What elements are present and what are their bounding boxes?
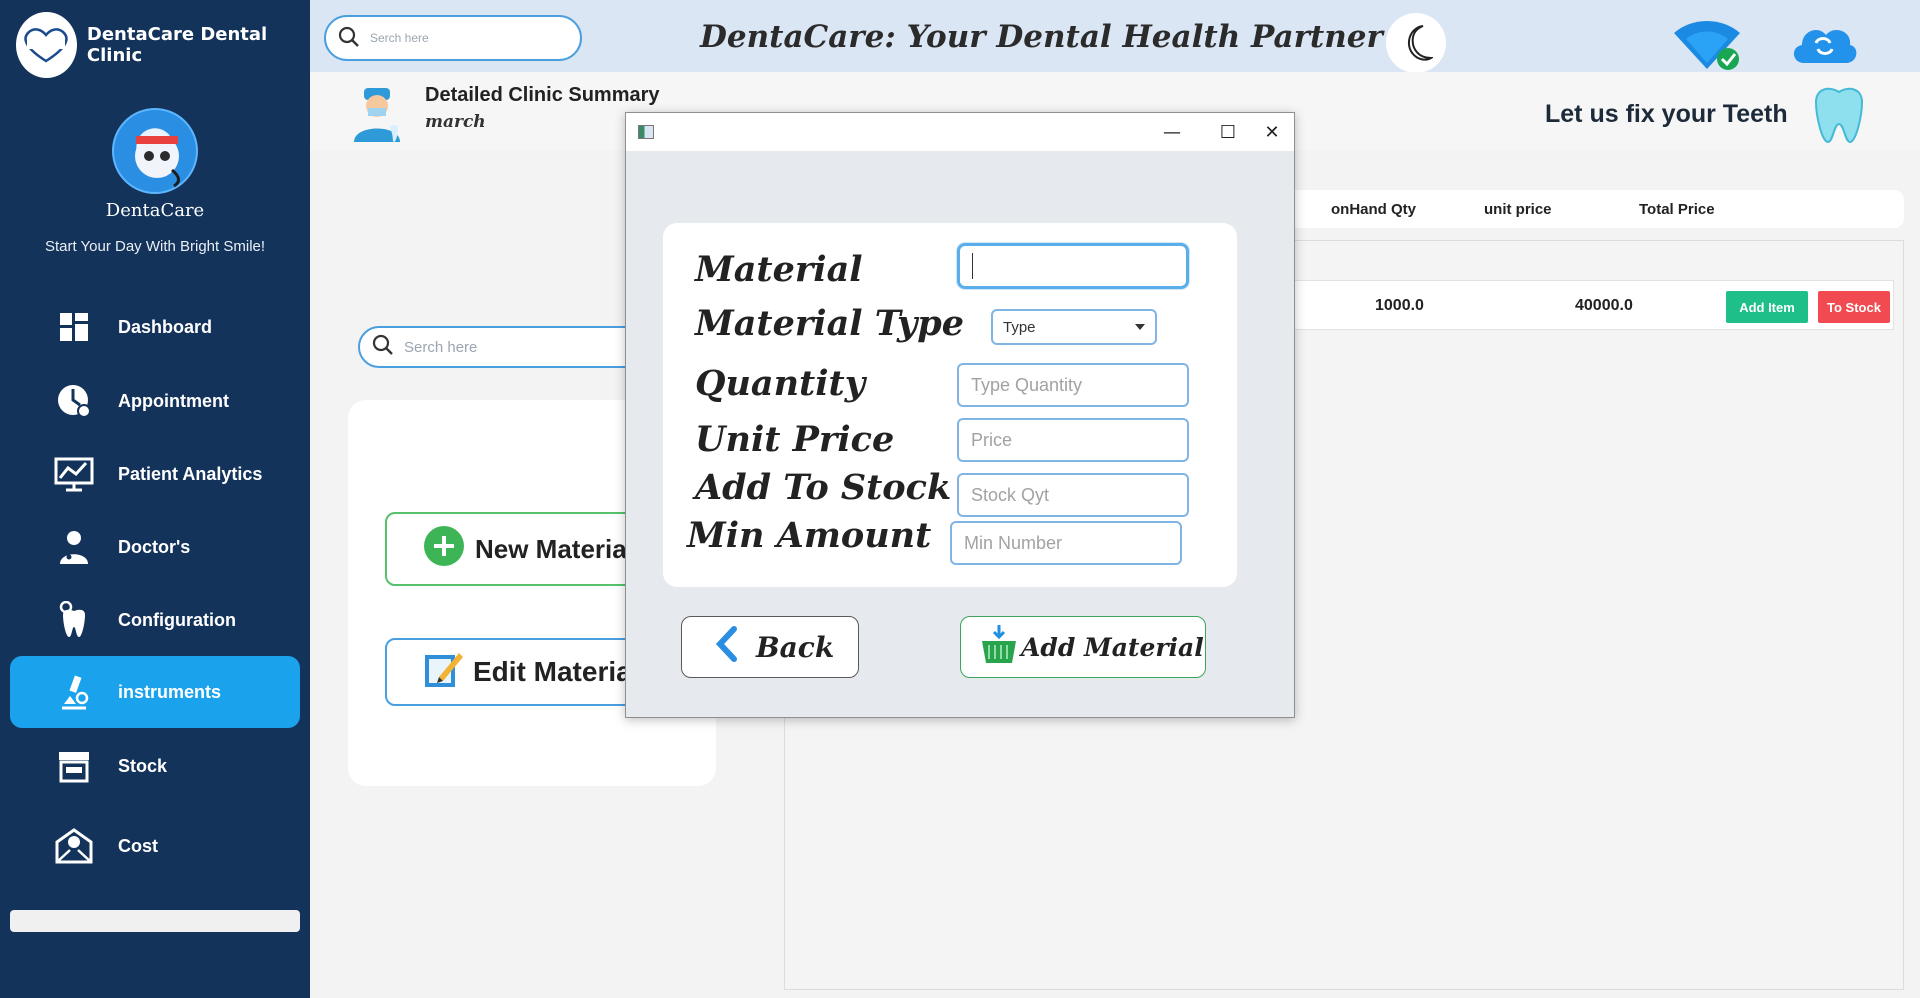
material-label: Material (695, 249, 863, 290)
to-stock-button[interactable]: To Stock (1818, 291, 1890, 323)
min-amount-input[interactable]: Min Number (950, 521, 1182, 565)
dialog-titlebar[interactable]: — ☐ ✕ (626, 113, 1294, 151)
summary-title: Detailed Clinic Summary (425, 84, 660, 106)
plus-circle-icon (423, 525, 465, 574)
sidebar-item-label: Configuration (118, 609, 236, 630)
maximize-button[interactable]: ☐ (1206, 117, 1250, 147)
top-header: Serch here DentaCare: Your Dental Health… (310, 0, 1920, 73)
sidebar-item-label: Patient Analytics (118, 463, 263, 484)
column-header-unit-price: unit price (1484, 201, 1552, 218)
search-icon (372, 334, 394, 360)
material-form: Material Material Type Type Quantity Typ… (663, 223, 1237, 587)
sidebar-item-configuration[interactable]: Configuration (10, 584, 300, 656)
search-placeholder: Serch here (404, 338, 478, 356)
profile-name: DentaCare (105, 200, 205, 221)
chevron-left-icon (715, 625, 738, 669)
add-item-button[interactable]: Add Item (1726, 291, 1808, 323)
brand: DentaCare Dental Clinic (16, 12, 310, 78)
doctor-icon (54, 527, 94, 567)
cell-total-price: 40000.0 (1575, 297, 1633, 314)
profile-tagline: Start Your Day With Bright Smile! (44, 238, 266, 255)
sidebar-progress-bar (10, 910, 300, 932)
sidebar-item-label: Dashboard (118, 316, 213, 337)
sidebar-item-instruments[interactable]: instruments (10, 656, 300, 728)
add-to-stock-label: Add To Stock (695, 467, 952, 508)
sidebar-item-label: Stock (118, 755, 168, 776)
heart-tooth-icon (24, 28, 69, 63)
summary-month: march (425, 112, 486, 132)
microscope-icon (54, 672, 94, 712)
add-material-dialog: — ☐ ✕ Material Material Type Type Quanti… (625, 112, 1295, 718)
clinic-logo (16, 12, 77, 78)
tooth-icon (1810, 84, 1868, 151)
column-header-onhand-qty: onHand Qty (1331, 201, 1416, 218)
back-label: Back (756, 630, 835, 664)
material-search-input[interactable]: Serch here (358, 326, 658, 368)
sidebar-item-dashboard[interactable]: Dashboard (10, 291, 300, 363)
search-placeholder: Serch here (370, 31, 429, 45)
wifi-connected-icon[interactable] (1672, 15, 1742, 76)
price-placeholder: Price (971, 429, 1013, 450)
min-amount-label: Min Amount (687, 515, 932, 556)
sidebar-item-label: instruments (118, 681, 222, 702)
app-title: DentaCare: Your Dental Health Partner (700, 19, 1383, 55)
back-button[interactable]: Back (681, 616, 859, 678)
search-input[interactable]: Serch here (324, 15, 582, 61)
cloud-sync-icon[interactable] (1788, 19, 1860, 72)
minimize-button[interactable]: — (1150, 117, 1194, 147)
edit-memo-icon (423, 649, 463, 696)
sidebar-item-doctors[interactable]: Doctor's (10, 511, 300, 583)
quantity-input[interactable]: Type Quantity (957, 363, 1189, 407)
unit-price-label: Unit Price (695, 419, 895, 460)
close-button[interactable]: ✕ (1250, 117, 1294, 147)
dashboard-icon (54, 307, 94, 347)
material-type-selected: Type (1003, 318, 1036, 336)
store-icon (54, 746, 94, 786)
analytics-icon (54, 454, 94, 494)
window-app-icon (638, 125, 654, 139)
basket-icon (981, 623, 1017, 671)
avatar (112, 108, 198, 194)
sidebar-item-label: Appointment (118, 390, 229, 411)
mascot-icon (135, 134, 180, 188)
stock-placeholder: Stock Qyt (971, 484, 1050, 505)
slogan: Let us fix your Teeth (1545, 100, 1788, 128)
quantity-placeholder: Type Quantity (971, 374, 1083, 395)
moon-icon (1407, 25, 1433, 61)
theme-toggle-button[interactable] (1386, 13, 1446, 73)
envelope-icon (54, 826, 94, 866)
edit-material-label: Edit Materia (473, 656, 632, 687)
add-material-label: Add Material (1021, 632, 1204, 662)
sidebar-item-appointment[interactable]: Appointment (10, 365, 300, 437)
unit-price-input[interactable]: Price (957, 418, 1189, 462)
sidebar-item-stock[interactable]: Stock (10, 730, 300, 802)
material-type-label: Material Type (695, 303, 965, 344)
sidebar: DentaCare Dental Clinic DentaCare Start … (0, 0, 310, 998)
chevron-down-icon (1135, 324, 1145, 330)
add-material-button[interactable]: Add Material (960, 616, 1206, 678)
sidebar-item-patient-analytics[interactable]: Patient Analytics (10, 438, 300, 510)
min-placeholder: Min Number (964, 532, 1063, 553)
sidebar-item-label: Doctor's (118, 536, 191, 557)
quantity-label: Quantity (695, 363, 866, 404)
clock-icon (54, 381, 94, 421)
text-caret (972, 253, 973, 279)
material-input[interactable] (957, 243, 1189, 289)
search-icon (338, 26, 360, 51)
material-type-select[interactable]: Type (991, 309, 1157, 345)
cell-onhand-qty: 1000.0 (1375, 297, 1424, 314)
tooth-gear-icon (54, 600, 94, 640)
sidebar-item-label: Cost (118, 835, 158, 856)
stock-quantity-input[interactable]: Stock Qyt (957, 473, 1189, 517)
column-header-total-price: Total Price (1639, 201, 1715, 218)
new-material-label: New Materia (475, 533, 627, 564)
dentist-icon (350, 84, 406, 149)
sidebar-item-cost[interactable]: Cost (10, 810, 300, 882)
brand-title: DentaCare Dental Clinic (86, 24, 268, 66)
